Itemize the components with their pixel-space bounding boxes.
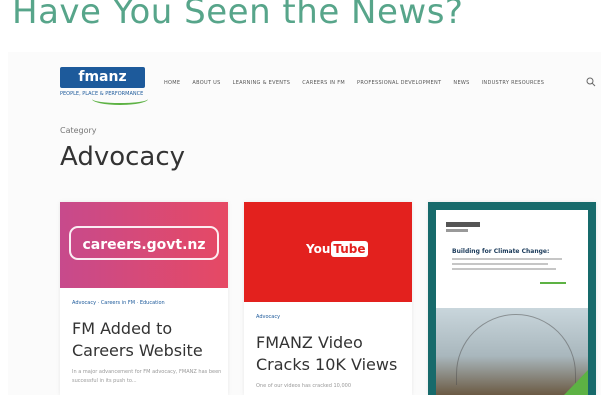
report-cover-image: Building for Climate Change: [436, 210, 588, 395]
website-screenshot: fmanz PEOPLE, PLACE & PERFORMANCE HOME A… [8, 52, 601, 395]
search-icon[interactable] [586, 77, 596, 87]
report-text-line [452, 268, 556, 270]
careers-govt-banner: careers.govt.nz [69, 226, 219, 260]
news-card[interactable]: Building for Climate Change: [428, 202, 596, 395]
card-image: careers.govt.nz [60, 202, 228, 288]
nav-item-careers-in-fm[interactable]: CAREERS IN FM [302, 80, 345, 86]
youtube-logo-icon: You Tube [306, 241, 368, 257]
main-nav: HOME ABOUT US LEARNING & EVENTS CAREERS … [164, 80, 544, 86]
report-green-corner [564, 370, 588, 395]
nav-item-industry-resources[interactable]: INDUSTRY RESOURCES [482, 80, 545, 86]
report-text-line [452, 263, 548, 265]
card-excerpt: One of our videos has cracked 10,000 [256, 383, 351, 389]
nav-item-professional-development[interactable]: PROFESSIONAL DEVELOPMENT [357, 80, 441, 86]
page-title: Advocacy [60, 142, 186, 172]
fmanz-logo[interactable]: fmanz PEOPLE, PLACE & PERFORMANCE [60, 67, 148, 107]
logo-wordmark: fmanz [60, 67, 145, 88]
card-tags[interactable]: Advocacy [256, 314, 412, 320]
nav-item-home[interactable]: HOME [164, 80, 180, 86]
news-card[interactable]: You Tube Advocacy FMANZ Video Cracks 10K… [244, 202, 412, 395]
logo-swoosh [92, 93, 148, 105]
nav-item-learning-events[interactable]: LEARNING & EVENTS [233, 80, 291, 86]
report-logo-sub [446, 229, 468, 232]
news-card[interactable]: careers.govt.nz Advocacy · Careers in FM… [60, 202, 228, 395]
report-text-line [452, 258, 562, 260]
nav-item-news[interactable]: NEWS [453, 80, 469, 86]
card-tags[interactable]: Advocacy · Careers in FM · Education [72, 300, 228, 306]
nav-item-about-us[interactable]: ABOUT US [192, 80, 220, 86]
youtube-logo-you: You [306, 242, 331, 256]
card-title[interactable]: FMANZ Video Cracks 10K Views [256, 332, 406, 376]
card-title[interactable]: FM Added to Careers Website [72, 318, 222, 362]
card-excerpt: In a major advancement for FM advocacy, … [72, 369, 222, 384]
report-accent-line [540, 282, 566, 284]
category-label: Category [60, 126, 97, 135]
card-image: You Tube [244, 202, 412, 302]
report-title: Building for Climate Change: [452, 248, 550, 255]
report-logo [446, 222, 480, 227]
youtube-logo-tube: Tube [331, 241, 368, 257]
section-heading: Have You Seen the News? [12, 0, 464, 32]
